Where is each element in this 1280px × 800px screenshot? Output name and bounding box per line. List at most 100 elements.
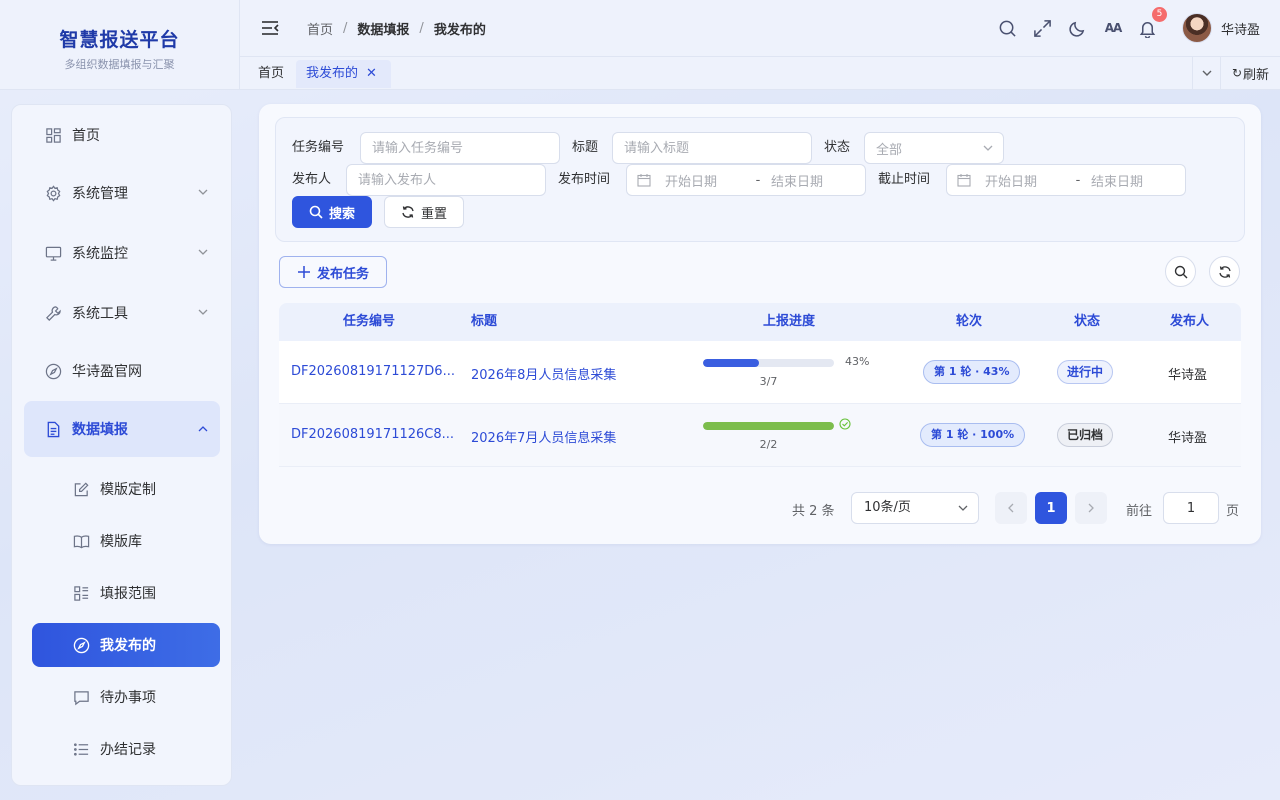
publish-start-date[interactable]: 开始日期 <box>665 171 745 190</box>
sidebar-item-system-tools[interactable]: 系统工具 <box>24 291 220 335</box>
publisher-label: 发布人 <box>292 172 332 187</box>
range-separator: - <box>755 172 761 188</box>
tabs-dropdown-button[interactable] <box>1192 57 1220 89</box>
publish-time-range[interactable]: 开始日期 - 结束日期 <box>626 164 866 196</box>
deadline-label: 截止时间 <box>878 172 931 187</box>
task-table: 任务编号 标题 上报进度 轮次 状态 发布人 DF20260819171127D… <box>279 303 1241 467</box>
status-select[interactable]: 全部 <box>864 132 1004 164</box>
sidebar-item-template-custom[interactable]: 模版定制 <box>32 467 220 511</box>
tabs-bar: 首页 我发布的 ✕ ↻ 刷新 <box>240 56 1280 90</box>
refresh-table-button[interactable] <box>1209 256 1240 287</box>
progress-fill <box>703 359 760 367</box>
tab-home[interactable]: 首页 <box>248 60 294 88</box>
avatar[interactable] <box>1181 13 1212 43</box>
sidebar: 首页 系统管理 系统监控 系统工具 华诗盈官网 数据填报 模版定制 模版库 填报… <box>11 104 232 786</box>
compass-icon <box>72 636 90 654</box>
list-icon <box>72 584 90 602</box>
page-size-select[interactable]: 10条/页 <box>851 492 979 524</box>
chevron-left-icon <box>1008 503 1014 513</box>
publish-task-button[interactable]: 发布任务 <box>279 256 387 288</box>
search-icon <box>309 205 323 219</box>
breadcrumb-home[interactable]: 首页 <box>307 19 333 38</box>
calendar-icon <box>637 174 651 187</box>
goto-page-input[interactable] <box>1163 492 1219 524</box>
sidebar-item-home[interactable]: 首页 <box>24 113 220 157</box>
breadcrumb-separator: / <box>419 20 424 36</box>
breadcrumb: 首页 / 数据填报 / 我发布的 <box>307 19 486 38</box>
search-button[interactable]: 搜索 <box>292 196 372 228</box>
toggle-search-button[interactable] <box>1165 256 1196 287</box>
task-title-link[interactable]: 2026年7月人员信息采集 <box>471 427 616 446</box>
gear-icon <box>44 184 62 202</box>
progress-cell: 43% 3/7 <box>703 355 873 397</box>
status-badge: 已归档 <box>1057 423 1114 447</box>
sidebar-item-data-fill[interactable]: 数据填报 <box>24 401 220 457</box>
search-icon[interactable] <box>998 18 1018 38</box>
chevron-right-icon <box>1088 503 1094 513</box>
app-subtitle: 多组织数据填报与汇聚 <box>64 58 175 71</box>
sidebar-item-label: 模版库 <box>100 534 142 550</box>
task-no-link[interactable]: DF20260819171126C8... <box>291 427 454 442</box>
sidebar-item-fill-scope[interactable]: 填报范围 <box>32 571 220 615</box>
close-icon[interactable]: ✕ <box>366 60 377 88</box>
sidebar-item-label: 填报范围 <box>100 586 156 602</box>
refresh-button[interactable]: ↻ 刷新 <box>1220 57 1280 89</box>
main-content: 任务编号 标题 状态 全部 发布人 发布时间 开始日期 - 结束日期 截止时间 … <box>259 104 1261 544</box>
reset-button[interactable]: 重置 <box>384 196 464 228</box>
table-header: 任务编号 标题 上报进度 轮次 状态 发布人 <box>279 303 1241 341</box>
column-header-status: 状态 <box>1074 314 1101 329</box>
deadline-end-date[interactable]: 结束日期 <box>1091 171 1143 190</box>
sidebar-item-label: 华诗盈官网 <box>72 364 142 380</box>
task-no-input[interactable] <box>360 132 560 164</box>
tab-my-published[interactable]: 我发布的 ✕ <box>296 60 391 88</box>
sidebar-item-todo[interactable]: 待办事项 <box>32 675 220 719</box>
page-number-button[interactable]: 1 <box>1035 492 1067 524</box>
notification-badge: 5 <box>1151 7 1167 22</box>
sidebar-item-completed-records[interactable]: 办结记录 <box>32 727 220 771</box>
status-label: 状态 <box>824 140 851 155</box>
fullscreen-icon[interactable] <box>1033 18 1053 38</box>
column-header-task-no: 任务编号 <box>343 314 396 329</box>
deadline-start-date[interactable]: 开始日期 <box>985 171 1065 190</box>
prev-page-button[interactable] <box>995 492 1027 524</box>
bell-icon[interactable]: 5 <box>1138 7 1167 38</box>
breadcrumb-data-fill[interactable]: 数据填报 <box>357 19 409 38</box>
username[interactable]: 华诗盈 <box>1221 19 1260 38</box>
next-page-button[interactable] <box>1075 492 1107 524</box>
sidebar-item-label: 办结记录 <box>100 742 156 758</box>
chevron-down-icon <box>958 505 968 511</box>
progress-track <box>703 422 834 430</box>
refresh-icon <box>1218 265 1231 278</box>
task-title-link[interactable]: 2026年8月人员信息采集 <box>471 364 616 383</box>
font-size-icon[interactable]: AA <box>1103 18 1123 38</box>
sidebar-item-official-site[interactable]: 华诗盈官网 <box>24 349 220 393</box>
progress-percent: 43% <box>845 355 870 368</box>
wrench-icon <box>44 304 62 322</box>
tab-label: 我发布的 <box>306 66 359 81</box>
brand-block: 智慧报送平台 多组织数据填报与汇聚 <box>0 0 240 90</box>
sidebar-item-system-management[interactable]: 系统管理 <box>24 171 220 215</box>
sidebar-item-label: 数据填报 <box>72 422 128 438</box>
progress-track <box>703 359 834 367</box>
publisher-input[interactable] <box>346 164 546 196</box>
title-input[interactable] <box>612 132 812 164</box>
menu-fold-icon[interactable] <box>261 20 279 36</box>
sidebar-item-system-monitor[interactable]: 系统监控 <box>24 231 220 275</box>
table-row[interactable]: DF20260819171126C8... 2026年7月人员信息采集 2/2 … <box>279 404 1241 467</box>
goto-page-suffix: 页 <box>1226 504 1240 519</box>
sidebar-item-my-published[interactable]: 我发布的 <box>32 623 220 667</box>
progress-count: 3/7 <box>759 375 778 388</box>
sidebar-item-template-library[interactable]: 模版库 <box>32 519 220 563</box>
deadline-range[interactable]: 开始日期 - 结束日期 <box>946 164 1186 196</box>
filter-panel: 任务编号 标题 状态 全部 发布人 发布时间 开始日期 - 结束日期 截止时间 … <box>275 117 1245 242</box>
moon-icon[interactable] <box>1068 18 1088 38</box>
table-row[interactable]: DF20260819171127D6... 2026年8月人员信息采集 43% … <box>279 341 1241 404</box>
task-no-link[interactable]: DF20260819171127D6... <box>291 364 455 379</box>
check-circle-icon <box>839 418 851 430</box>
publish-end-date[interactable]: 结束日期 <box>771 171 823 190</box>
column-header-round: 轮次 <box>956 314 983 329</box>
column-header-publisher: 发布人 <box>1170 314 1210 329</box>
sidebar-item-label: 首页 <box>72 128 100 144</box>
progress-fill <box>703 422 834 430</box>
progress-count: 2/2 <box>759 438 778 451</box>
